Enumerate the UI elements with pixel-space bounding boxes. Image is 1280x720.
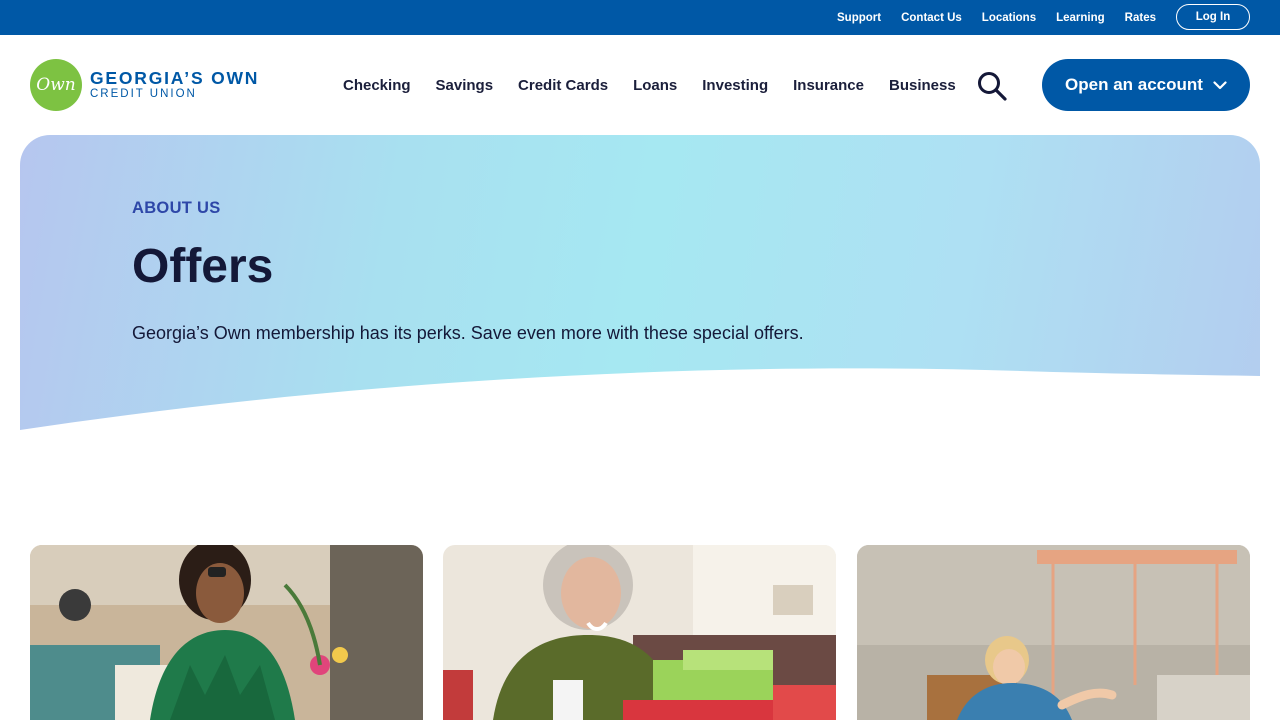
nav-loans[interactable]: Loans — [633, 77, 677, 94]
logo-line-2: CREDIT UNION — [90, 88, 197, 100]
utility-link-learning[interactable]: Learning — [1056, 12, 1105, 24]
utility-link-support[interactable]: Support — [837, 12, 881, 24]
nav-business[interactable]: Business — [889, 77, 956, 94]
main-header: Own GEORGIA’S OWN CREDIT UNION Checking … — [0, 35, 1280, 135]
nav-savings[interactable]: Savings — [436, 77, 494, 94]
offer-card-2[interactable] — [443, 545, 836, 720]
offer-card-3[interactable] — [857, 545, 1250, 720]
primary-nav: Checking Savings Credit Cards Loans Inve… — [343, 35, 956, 135]
nav-credit-cards[interactable]: Credit Cards — [518, 77, 608, 94]
woman-installing-light-photo — [857, 545, 1250, 720]
search-icon[interactable] — [976, 71, 1008, 101]
page-title: Offers — [132, 240, 274, 293]
woman-phone-cafe-photo — [30, 545, 423, 720]
hero-description: Georgia’s Own membership has its perks. … — [132, 323, 804, 343]
logo-mark: Own — [30, 59, 82, 111]
hero-eyebrow: ABOUT US — [132, 199, 221, 217]
utility-nav: Support Contact Us Locations Learning Ra… — [837, 0, 1156, 35]
chevron-down-icon — [1213, 75, 1227, 95]
offer-card-1[interactable] — [30, 545, 423, 720]
logo[interactable]: Own GEORGIA’S OWN CREDIT UNION — [30, 59, 259, 111]
woman-wrapping-gifts-photo — [443, 545, 836, 720]
open-account-label: Open an account — [1065, 75, 1203, 94]
nav-checking[interactable]: Checking — [343, 77, 411, 94]
logo-wordmark: GEORGIA’S OWN CREDIT UNION — [90, 69, 259, 101]
hero-banner: ABOUT US Offers Georgia’s Own membership… — [20, 135, 1260, 430]
nav-insurance[interactable]: Insurance — [793, 77, 864, 94]
offer-cards — [30, 545, 1250, 720]
utility-link-locations[interactable]: Locations — [982, 12, 1036, 24]
logo-line-1: GEORGIA’S OWN — [90, 68, 260, 88]
utility-link-rates[interactable]: Rates — [1125, 12, 1156, 24]
nav-investing[interactable]: Investing — [702, 77, 768, 94]
utility-bar: Support Contact Us Locations Learning Ra… — [0, 0, 1280, 35]
open-account-button[interactable]: Open an account — [1042, 59, 1250, 111]
utility-link-contact-us[interactable]: Contact Us — [901, 12, 962, 24]
login-button[interactable]: Log In — [1176, 4, 1250, 30]
